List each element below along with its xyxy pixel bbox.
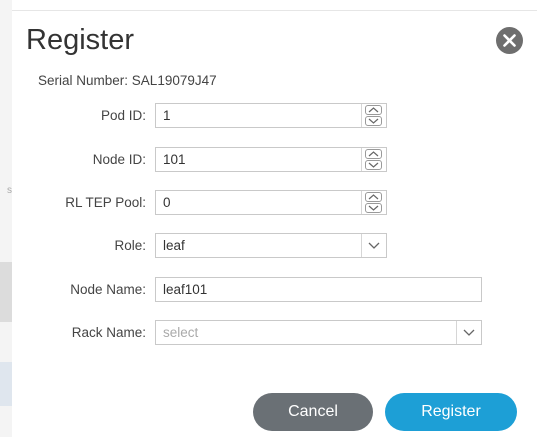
pod-id-stepper [361,104,386,127]
chevron-up-icon [368,194,379,200]
node-name-value: leaf101 [163,282,208,297]
role-select[interactable]: leaf [155,233,387,258]
chevron-up-icon [368,107,379,113]
node-id-increment-button[interactable] [365,149,382,159]
role-label: Role: [114,238,146,253]
close-button[interactable] [496,27,523,54]
rl-tep-pool-increment-button[interactable] [365,192,382,202]
rl-tep-pool-field[interactable]: 0 [155,190,387,215]
rl-tep-pool-stepper [361,191,386,214]
rack-name-placeholder: select [163,325,199,340]
serial-number-label: Serial Number: [38,73,129,88]
chevron-down-icon [368,205,379,211]
background-block [0,362,12,406]
role-value: leaf [163,238,185,253]
chevron-down-icon [368,162,379,168]
node-id-decrement-button[interactable] [365,160,382,170]
rack-name-select[interactable]: select [155,320,482,345]
pod-id-increment-button[interactable] [365,105,382,115]
pod-id-label: Pod ID: [100,108,146,123]
background-block [0,262,12,322]
serial-number-value: SAL19079J47 [131,73,217,88]
role-dropdown-toggle[interactable] [361,234,386,257]
node-id-stepper [361,148,386,171]
rack-name-label: Rack Name: [71,325,146,340]
close-icon [503,34,516,47]
chevron-down-icon [463,329,475,336]
node-id-label: Node ID: [92,152,146,167]
node-id-field[interactable]: 101 [155,147,387,172]
cancel-button[interactable]: Cancel [253,393,373,431]
rl-tep-pool-decrement-button[interactable] [365,203,382,213]
rl-tep-pool-label: RL TEP Pool: [65,195,146,210]
chevron-up-icon [368,151,379,157]
node-name-field[interactable]: leaf101 [155,277,482,302]
register-button[interactable]: Register [385,393,517,431]
dialog-title: Register [26,24,134,56]
pod-id-field[interactable]: 1 [155,103,387,128]
node-name-label: Node Name: [70,282,146,297]
register-dialog: Register Serial Number: SAL19079J47 Pod … [12,10,537,438]
pod-id-decrement-button[interactable] [365,116,382,126]
pod-id-value: 1 [163,108,171,123]
chevron-down-icon [368,242,380,249]
node-id-value: 101 [163,152,186,167]
rack-name-dropdown-toggle[interactable] [456,321,481,344]
serial-number: Serial Number: SAL19079J47 [38,73,217,88]
rl-tep-pool-value: 0 [163,195,171,210]
background-page: s [0,0,12,437]
chevron-down-icon [368,118,379,124]
